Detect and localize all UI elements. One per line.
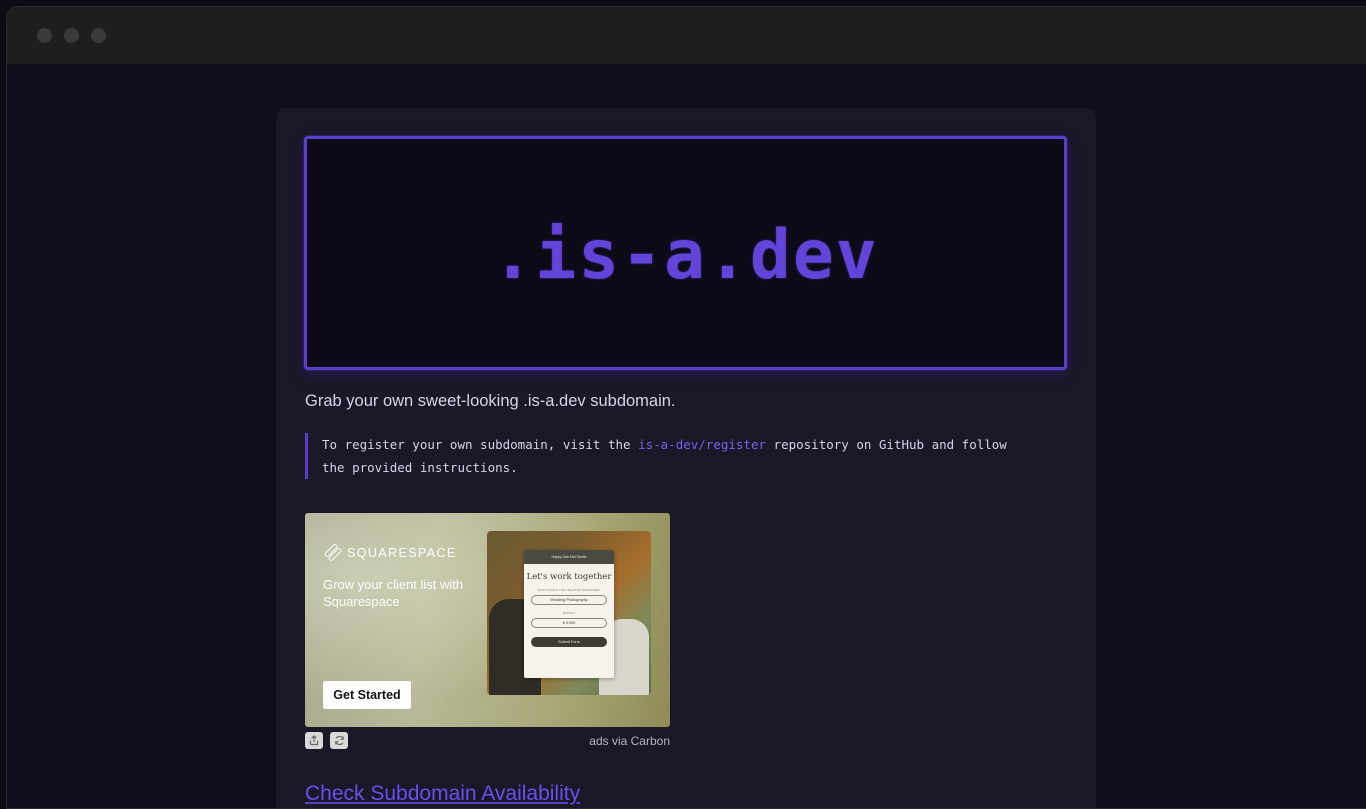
ad-form-header: Happy Oak Mai Studio	[524, 550, 614, 564]
ad-headline: Grow your client list with Squarespace	[323, 577, 464, 609]
squarespace-logo-icon	[323, 543, 343, 562]
site-logo: .is-a.dev	[492, 215, 879, 295]
ad-form-submit: Submit Form	[531, 637, 607, 647]
ad-brand: SQUARESPACE	[323, 543, 457, 562]
page-content: .is-a.dev Grab your own sweet-looking .i…	[7, 66, 1366, 808]
note-text-before: To register your own subdomain, visit th…	[322, 437, 639, 452]
ad-get-started-button[interactable]: Get Started	[323, 681, 411, 709]
close-window-button[interactable]	[37, 28, 52, 43]
ad-form-title: Let's work together	[526, 572, 612, 582]
browser-window: .is-a.dev Grab your own sweet-looking .i…	[6, 6, 1366, 809]
register-note: To register your own subdomain, visit th…	[305, 433, 1035, 479]
ads-via-carbon-link[interactable]: ads via Carbon	[589, 734, 670, 748]
window-titlebar	[7, 7, 1366, 65]
maximize-window-button[interactable]	[91, 28, 106, 43]
ad-brand-name: SQUARESPACE	[347, 546, 457, 560]
ad-toolbar: ads via Carbon	[305, 732, 670, 750]
carbon-ad[interactable]: SQUARESPACE Grow your client list with S…	[305, 513, 670, 727]
share-icon[interactable]	[305, 732, 323, 749]
ad-form-field-1: Wedding Photography	[531, 595, 607, 605]
refresh-icon[interactable]	[330, 732, 348, 749]
minimize-window-button[interactable]	[64, 28, 79, 43]
tagline: Grab your own sweet-looking .is-a.dev su…	[305, 392, 676, 410]
check-availability-heading: Check Subdomain Availability	[305, 782, 581, 805]
ad-form-label-2: BUDGET	[562, 611, 576, 615]
hero-banner: .is-a.dev	[304, 136, 1067, 370]
ad-form-mockup: Happy Oak Mai Studio Let's work together…	[524, 550, 614, 678]
main-card: .is-a.dev Grab your own sweet-looking .i…	[276, 108, 1096, 808]
ad-form-label-1: WHAT WOULD YOU LIKE PHOTOGRAPHED?	[537, 588, 601, 592]
register-repo-link[interactable]: is-a-dev/register	[638, 437, 766, 452]
ad-form-field-2: $ 5,000	[531, 618, 607, 628]
